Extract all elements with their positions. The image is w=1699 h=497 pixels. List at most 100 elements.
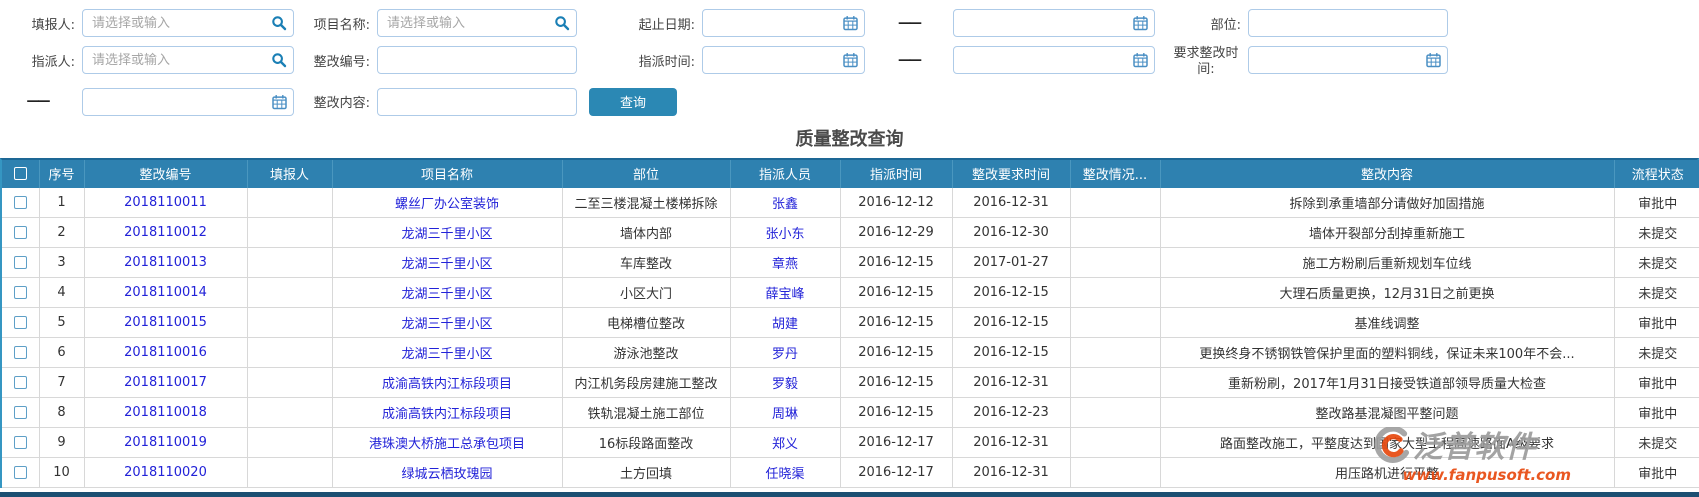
rectification-no-field [377, 46, 577, 74]
column-header-6: 指派人员 [730, 160, 840, 188]
column-header-7: 指派时间 [840, 160, 952, 188]
assignee-link[interactable]: 胡建 [772, 317, 798, 332]
calendar-icon[interactable] [1133, 16, 1148, 31]
assignee-link[interactable]: 郑义 [772, 437, 798, 452]
content-cell-container: 墙体开裂部分刮掉重新施工 [1160, 218, 1614, 248]
assignee-link-container: 章燕 [730, 248, 840, 278]
range-separator: —— [865, 46, 953, 74]
calendar-icon[interactable] [843, 16, 858, 31]
row-checkbox[interactable] [14, 196, 27, 209]
row-checkbox[interactable] [14, 226, 27, 239]
row-checkbox[interactable] [14, 286, 27, 299]
required-time-cell-container: 2016-12-15 [952, 308, 1070, 338]
assigner-field [82, 46, 294, 74]
rectification-code-link[interactable]: 2018110019 [124, 435, 207, 450]
assign-time-start-input[interactable] [702, 46, 865, 74]
calendar-icon[interactable] [1133, 53, 1148, 68]
required-time-end-field [82, 88, 294, 116]
project-name-link[interactable]: 龙湖三千里小区 [401, 227, 492, 242]
assignee-link[interactable]: 罗丹 [772, 347, 798, 362]
project-name-field [377, 9, 577, 37]
rectification-code-link-container: 2018110016 [84, 338, 247, 368]
end-date-input[interactable] [953, 9, 1155, 37]
assignee-link[interactable]: 张小东 [765, 227, 804, 242]
rectification-code-link[interactable]: 2018110013 [124, 255, 207, 270]
results-table: 序号整改编号填报人项目名称部位指派人员指派时间整改要求时间整改情况...整改内容… [2, 160, 1699, 489]
search-icon[interactable] [554, 15, 570, 31]
rectification-content-input[interactable] [377, 88, 577, 116]
row-checkbox[interactable] [14, 316, 27, 329]
rectification-code-link[interactable]: 2018110017 [124, 375, 207, 390]
assignee-link[interactable]: 罗毅 [772, 377, 798, 392]
rectification-code-link[interactable]: 2018110015 [124, 315, 207, 330]
assign-time-end-input[interactable] [953, 46, 1155, 74]
required-time-end-input[interactable] [82, 88, 294, 116]
calendar-icon[interactable] [843, 53, 858, 68]
project-name-link[interactable]: 成渝高铁内江标段项目 [382, 377, 512, 392]
row-number-cell-container: 2 [39, 218, 84, 248]
table-row: 32018110013龙湖三千里小区车库整改章燕2016-12-152017-0… [2, 248, 1699, 278]
assignee-link[interactable]: 章燕 [772, 257, 798, 272]
row-select-cell [2, 458, 39, 488]
rectification-code-link[interactable]: 2018110012 [124, 225, 207, 240]
reporter-cell-container [247, 338, 332, 368]
assigner-input[interactable] [82, 46, 294, 74]
project-name-link[interactable]: 成渝高铁内江标段项目 [382, 407, 512, 422]
assign-time-cell-container: 2016-12-15 [840, 278, 952, 308]
reporter-input[interactable] [82, 9, 294, 37]
row-number-cell-container: 1 [39, 188, 84, 218]
project-name-link[interactable]: 龙湖三千里小区 [401, 287, 492, 302]
start-date-field [702, 9, 865, 37]
start-date-input[interactable] [702, 9, 865, 37]
project-name-link[interactable]: 龙湖三千里小区 [401, 257, 492, 272]
calendar-icon[interactable] [1426, 53, 1441, 68]
rectification-code-link-container: 2018110012 [84, 218, 247, 248]
row-checkbox[interactable] [14, 346, 27, 359]
assignee-link[interactable]: 张鑫 [772, 197, 798, 212]
select-all-checkbox[interactable] [14, 167, 27, 180]
row-checkbox[interactable] [14, 256, 27, 269]
row-checkbox[interactable] [14, 436, 27, 449]
row-number-cell-container: 6 [39, 338, 84, 368]
required-time-label-text: 要求整改时间: [1171, 46, 1241, 79]
project-name-link[interactable]: 螺丝厂办公室装饰 [395, 197, 499, 212]
project-name-link[interactable]: 港珠澳大桥施工总承包项目 [369, 437, 525, 452]
location-input[interactable] [1248, 9, 1448, 37]
query-button[interactable]: 查询 [589, 88, 677, 116]
rectification-code-link[interactable]: 2018110018 [124, 405, 207, 420]
row-select-cell [2, 338, 39, 368]
column-header-1: 序号 [39, 160, 84, 188]
project-name-input[interactable] [377, 9, 577, 37]
row-select-cell [2, 278, 39, 308]
reporter-cell-container [247, 278, 332, 308]
table-row: 72018110017成渝高铁内江标段项目内江机务段房建施工整改罗毅2016-1… [2, 368, 1699, 398]
rectification-no-input[interactable] [377, 46, 577, 74]
content-cell-container: 拆除到承重墙部分请做好加固措施 [1160, 188, 1614, 218]
required-time-start-input[interactable] [1248, 46, 1448, 74]
rectification-code-link-container: 2018110018 [84, 398, 247, 428]
search-icon[interactable] [271, 15, 287, 31]
row-checkbox[interactable] [14, 406, 27, 419]
status-cell-container: 审批中 [1614, 398, 1699, 428]
rectification-code-link[interactable]: 2018110020 [124, 465, 207, 480]
assignee-link[interactable]: 周琳 [772, 407, 798, 422]
reporter-cell-container [247, 458, 332, 488]
row-checkbox[interactable] [14, 466, 27, 479]
row-select-cell [2, 368, 39, 398]
rectification-code-link[interactable]: 2018110014 [124, 285, 207, 300]
calendar-icon[interactable] [272, 94, 287, 109]
project-name-link[interactable]: 龙湖三千里小区 [401, 317, 492, 332]
assignee-link[interactable]: 薛宝峰 [765, 287, 804, 302]
rectification-code-link[interactable]: 2018110016 [124, 345, 207, 360]
location-cell-container: 游泳池整改 [562, 338, 730, 368]
content-cell-container: 基准线调整 [1160, 308, 1614, 338]
row-checkbox[interactable] [14, 376, 27, 389]
required-time-cell-container: 2016-12-15 [952, 278, 1070, 308]
rectification-code-link[interactable]: 2018110011 [124, 195, 207, 210]
search-icon[interactable] [271, 52, 287, 68]
required-time-cell-container: 2016-12-31 [952, 368, 1070, 398]
project-name-link[interactable]: 龙湖三千里小区 [401, 347, 492, 362]
project-name-link[interactable]: 绿城云栖玫瑰园 [401, 467, 492, 482]
assignee-link[interactable]: 任晓渠 [765, 467, 804, 482]
column-header-9: 整改情况... [1070, 160, 1160, 188]
